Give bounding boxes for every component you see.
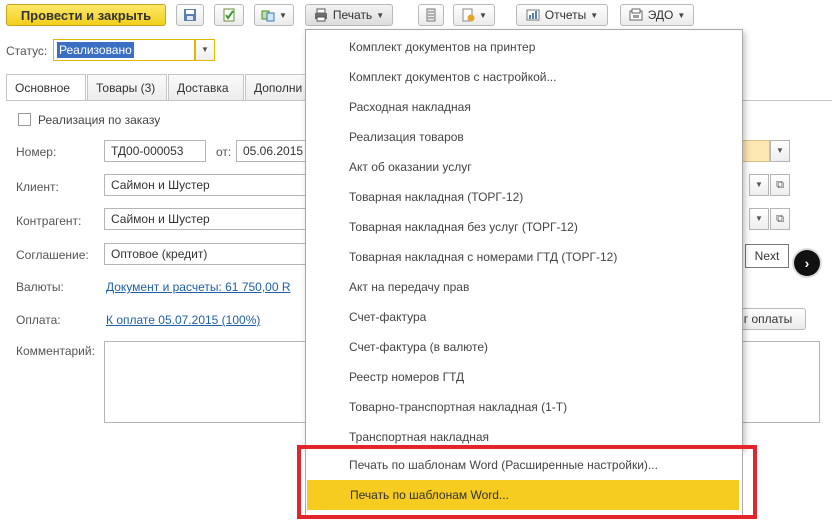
highlight-frame <box>297 445 757 519</box>
payment-button-label: г оплаты <box>743 312 793 326</box>
list-icon <box>426 8 436 22</box>
date-from-label: от: <box>216 145 232 159</box>
create-based-on-icon <box>261 10 275 22</box>
comment-label: Комментарий: <box>16 344 95 358</box>
menu-item-services-act[interactable]: Акт об оказании услуг <box>306 152 742 182</box>
number-label: Номер: <box>16 145 57 159</box>
status-value: Реализовано <box>57 42 134 58</box>
tab-delivery[interactable]: Доставка <box>168 74 244 100</box>
payment-link[interactable]: К оплате 05.07.2015 (100%) <box>106 313 260 327</box>
field-dropdown-button[interactable]: ▼ <box>770 140 790 162</box>
by-order-checkbox[interactable] <box>18 113 31 126</box>
tab-goods[interactable]: Товары (3) <box>87 74 167 100</box>
menu-item-doc-set-printer[interactable]: Комплект документов на принтер <box>306 32 742 62</box>
chevron-right-icon: › <box>804 255 810 271</box>
next-tooltip-text: Next <box>754 249 780 263</box>
menu-item-torg12-no-services[interactable]: Товарная накладная без услуг (ТОРГ-12) <box>306 212 742 242</box>
chevron-down-icon: ▼ <box>376 10 385 20</box>
printer-icon <box>314 8 327 22</box>
print-menu-button[interactable]: Печать ▼ <box>305 4 393 26</box>
menu-item-consignment-note[interactable]: Расходная накладная <box>306 92 742 122</box>
document-post-icon <box>223 8 235 22</box>
menu-item-invoice-currency[interactable]: Счет-фактура (в валюте) <box>306 332 742 362</box>
save-button[interactable] <box>176 4 204 26</box>
menu-item-goods-sale[interactable]: Реализация товаров <box>306 122 742 152</box>
chevron-down-icon: ▼ <box>590 10 599 20</box>
list-button[interactable] <box>418 4 444 26</box>
menu-item-torg12-gtd[interactable]: Товарная накладная с номерами ГТД (ТОРГ-… <box>306 242 742 272</box>
post-document-button[interactable] <box>214 4 244 26</box>
next-tooltip: Next <box>745 244 789 268</box>
menu-item-rights-transfer-act[interactable]: Акт на передачу прав <box>306 272 742 302</box>
counterparty-dropdown-button[interactable]: ▼ <box>749 208 769 230</box>
status-label: Статус: <box>6 44 48 58</box>
print-label: Печать <box>332 8 373 22</box>
post-and-close-button[interactable]: Провести и закрыть <box>6 4 166 26</box>
agreement-field[interactable]: Оптовое (кредит) <box>104 243 306 265</box>
edo-label: ЭДО <box>647 8 674 22</box>
reports-icon <box>526 9 540 21</box>
edo-menu-button[interactable]: ЭДО ▼ <box>620 4 694 26</box>
reports-label: Отчеты <box>544 8 587 22</box>
attachment-icon <box>462 8 475 22</box>
menu-item-gtd-register[interactable]: Реестр номеров ГТД <box>306 362 742 392</box>
agreement-label: Соглашение: <box>16 248 89 262</box>
menu-item-doc-set-settings[interactable]: Комплект документов с настройкой... <box>306 62 742 92</box>
number-field[interactable]: ТД00-000053 <box>104 140 206 162</box>
client-dropdown-button[interactable]: ▼ <box>749 174 769 196</box>
menu-item-torg12[interactable]: Товарная накладная (ТОРГ-12) <box>306 182 742 212</box>
tab-additional[interactable]: Дополни <box>245 74 307 100</box>
highlighted-field-edge[interactable] <box>743 140 770 162</box>
client-field[interactable]: Саймон и Шустер <box>104 174 306 196</box>
chevron-down-icon: ▼ <box>279 10 287 20</box>
attachments-button[interactable]: ▼ <box>453 4 495 26</box>
client-open-button[interactable]: ⧉ <box>770 174 790 196</box>
reports-menu-button[interactable]: Отчеты ▼ <box>516 4 608 26</box>
date-field[interactable]: 05.06.2015 <box>236 140 306 162</box>
currency-label: Валюты: <box>16 280 64 294</box>
payment-label: Оплата: <box>16 313 61 327</box>
counterparty-field[interactable]: Саймон и Шустер <box>104 208 306 230</box>
edo-icon <box>629 8 643 21</box>
counterparty-open-button[interactable]: ⧉ <box>770 208 790 230</box>
chevron-down-icon: ▼ <box>677 10 686 20</box>
next-arrow-button[interactable]: › <box>794 250 820 276</box>
save-icon <box>184 9 196 21</box>
currency-link[interactable]: Документ и расчеты: 61 750,00 R <box>106 280 306 294</box>
print-dropdown-menu: Комплект документов на принтер Комплект … <box>305 29 743 449</box>
create-based-on-button[interactable]: ▼ <box>254 4 294 26</box>
status-dropdown-button[interactable]: ▼ <box>195 39 215 61</box>
counterparty-label: Контрагент: <box>16 214 82 228</box>
menu-item-invoice[interactable]: Счет-фактура <box>306 302 742 332</box>
menu-item-1t-waybill[interactable]: Товарно-транспортная накладная (1-Т) <box>306 392 742 422</box>
tab-main[interactable]: Основное <box>6 74 86 101</box>
by-order-label: Реализация по заказу <box>38 113 161 127</box>
client-label: Клиент: <box>16 180 59 194</box>
chevron-down-icon: ▼ <box>479 10 487 20</box>
status-select[interactable]: Реализовано <box>53 39 195 61</box>
